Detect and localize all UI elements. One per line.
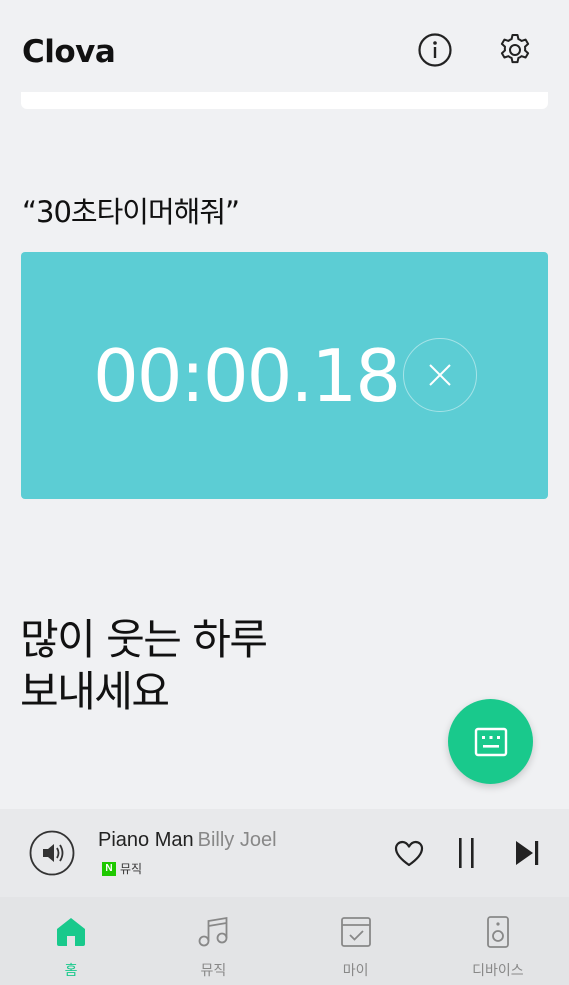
timer-cancel-button[interactable] [403,338,477,412]
heart-icon [394,840,424,867]
info-icon [418,33,452,67]
voice-command-text: “30초타이머해줘” [22,195,240,229]
nav-item-my[interactable]: 마이 [285,897,427,985]
app-screen: Clova “30초타이머해줘” 00:00.18 많이 웃는 하루 보내세요 … [0,0,569,985]
speaker-icon [29,830,75,876]
pause-button[interactable] [452,835,482,871]
volume-button[interactable] [29,830,75,876]
calendar-check-icon [340,917,371,947]
header: Clova [0,0,569,92]
pause-icon [459,838,474,868]
close-icon [429,364,451,386]
nav-item-home[interactable]: 홈 [0,897,142,985]
settings-button[interactable] [496,31,534,69]
app-title: Clova [22,34,116,70]
bottom-nav: 홈 뮤직 마이 디바이스 [0,897,569,985]
speaker-device-icon [486,916,509,948]
music-source: N 뮤직 [102,860,142,877]
greeting-text: 많이 웃는 하루 보내세요 [20,614,268,718]
track-info[interactable]: Piano Man Billy Joel [98,829,277,852]
home-icon [57,918,86,946]
info-button[interactable] [416,31,454,69]
track-title: Piano Man [98,829,194,851]
gear-icon [500,34,530,64]
previous-card [21,92,548,109]
timer-display: 00:00.18 [93,334,401,418]
greeting-line-1: 많이 웃는 하루 [20,615,268,664]
source-label: 뮤직 [120,862,143,876]
music-note-icon [198,916,228,947]
greeting-line-2: 보내세요 [20,667,170,716]
keyboard-input-button[interactable] [448,699,533,784]
nav-item-devices[interactable]: 디바이스 [427,897,569,985]
nav-label-music: 뮤직 [200,962,227,978]
mini-player[interactable]: Piano Man Billy Joel N 뮤직 [0,809,569,897]
naver-logo-icon: N [102,861,116,876]
skip-next-icon [516,841,539,865]
nav-item-music[interactable]: 뮤직 [142,897,284,985]
like-button[interactable] [393,838,425,870]
nav-label-home: 홈 [64,962,78,978]
next-track-button[interactable] [512,837,542,869]
timer-card[interactable]: 00:00.18 [21,252,548,499]
keyboard-icon [474,727,507,756]
nav-label-devices: 디바이스 [472,962,524,978]
track-artist: Billy Joel [197,829,277,851]
nav-label-my: 마이 [342,962,369,978]
